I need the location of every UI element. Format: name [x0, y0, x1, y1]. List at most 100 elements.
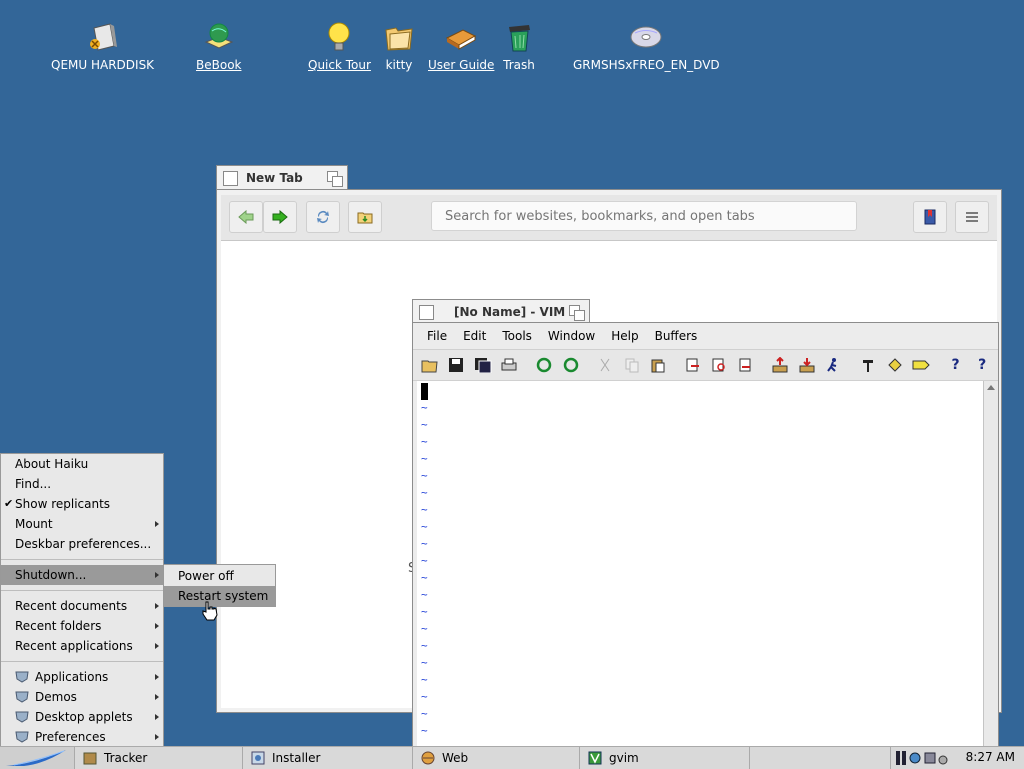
menu-item-demos[interactable]: Demos: [1, 687, 163, 707]
lightbulb-icon: [322, 20, 356, 54]
submenu-arrow-icon: [155, 521, 159, 527]
menu-item-mount[interactable]: Mount: [1, 514, 163, 534]
forward-button[interactable]: [263, 201, 297, 233]
reload-button[interactable]: [306, 201, 340, 233]
menu-separator: [1, 559, 163, 560]
shield-folder-icon: [15, 731, 29, 743]
tag-jump-icon[interactable]: [910, 354, 932, 376]
checkmark-icon: ✔: [4, 497, 14, 510]
save-session-icon[interactable]: [796, 354, 818, 376]
find-help-icon[interactable]: ?: [971, 354, 993, 376]
print-icon[interactable]: [499, 354, 521, 376]
undo-icon[interactable]: [533, 354, 555, 376]
menu-item-power-off[interactable]: Power off: [164, 566, 275, 586]
run-script-icon[interactable]: [823, 354, 845, 376]
clock[interactable]: 8:27 AM: [966, 750, 1015, 764]
folder-icon: [382, 20, 416, 54]
menu-separator: [1, 590, 163, 591]
empty-line-tilde: ~: [421, 690, 428, 703]
downloads-button[interactable]: [348, 201, 382, 233]
empty-line-tilde: ~: [421, 486, 428, 499]
make-icon[interactable]: [857, 354, 879, 376]
shell-icon[interactable]: [884, 354, 906, 376]
taskbar-item-web[interactable]: Web: [412, 747, 580, 769]
menu-item-about-haiku[interactable]: About Haiku: [1, 454, 163, 474]
desktop-icon-label: BeBook: [196, 58, 242, 72]
taskbar-item-installer[interactable]: Installer: [242, 747, 413, 769]
redo-icon[interactable]: [560, 354, 582, 376]
menu-item-deskbar-preferences[interactable]: Deskbar preferences...: [1, 534, 163, 554]
zoom-box-icon[interactable]: [327, 171, 343, 187]
back-button[interactable]: [229, 201, 263, 233]
web-window-tab[interactable]: New Tab: [216, 165, 348, 190]
dvd-icon: [629, 20, 663, 54]
menu-item-shutdown[interactable]: Shutdown...: [1, 565, 163, 585]
vim-text-area[interactable]: ~ ~ ~ ~ ~ ~ ~ ~ ~ ~ ~ ~ ~ ~ ~ ~ ~ ~ ~ ~: [417, 381, 983, 763]
save-all-icon[interactable]: [472, 354, 494, 376]
close-box-icon[interactable]: [223, 170, 238, 186]
load-session-icon[interactable]: [770, 354, 792, 376]
deskbar-menu: About Haiku Find... ✔ Show replicants Mou…: [0, 453, 164, 748]
menu-item-applications[interactable]: Applications: [1, 667, 163, 687]
menu-edit[interactable]: Edit: [455, 329, 494, 343]
menu-tools[interactable]: Tools: [494, 329, 540, 343]
desktop-icon-kitty[interactable]: kitty: [382, 20, 416, 72]
close-box-icon[interactable]: [419, 304, 434, 320]
desktop-icon-bebook[interactable]: BeBook: [196, 20, 241, 72]
empty-line-tilde: ~: [421, 469, 428, 482]
browser-toolbar: [221, 195, 997, 241]
vim-window-tab[interactable]: [No Name] - VIM: [412, 299, 590, 324]
menu-item-recent-documents[interactable]: Recent documents: [1, 596, 163, 616]
paste-icon[interactable]: [647, 354, 669, 376]
scroll-up-arrow-icon[interactable]: [987, 385, 995, 390]
cut-icon[interactable]: [594, 354, 616, 376]
submenu-arrow-icon: [155, 643, 159, 649]
hamburger-menu-icon: [966, 212, 978, 222]
menu-item-recent-folders[interactable]: Recent folders: [1, 616, 163, 636]
menu-help[interactable]: Help: [603, 329, 646, 343]
bookmark-icon: [924, 209, 936, 225]
bookmarks-button[interactable]: [913, 201, 947, 233]
vertical-scrollbar[interactable]: [983, 381, 998, 763]
help-icon[interactable]: ?: [945, 354, 967, 376]
taskbar-item-tracker[interactable]: Tracker: [74, 747, 243, 769]
desktop-icon-label: QEMU HARDDISK: [51, 58, 155, 72]
folder-download-icon: [357, 212, 373, 224]
zoom-box-icon[interactable]: [569, 305, 585, 321]
desktop-icon-user-guide[interactable]: User Guide: [428, 20, 494, 72]
desktop-icon-trash[interactable]: Trash: [502, 20, 536, 72]
empty-line-tilde: ~: [421, 707, 428, 720]
desktop-icon-dvd[interactable]: GRMSHSxFREO_EN_DVD: [573, 20, 720, 72]
tray-icons[interactable]: [895, 750, 951, 766]
desktop-icon-qemu-harddisk[interactable]: QEMU HARDDISK: [51, 20, 154, 72]
empty-line-tilde: ~: [421, 588, 428, 601]
menu-item-restart-system[interactable]: Restart system: [164, 586, 275, 606]
shield-folder-icon: [15, 691, 29, 703]
menu-file[interactable]: File: [419, 329, 455, 343]
find-next-icon[interactable]: [708, 354, 730, 376]
empty-line-tilde: ~: [421, 537, 428, 550]
menu-item-find[interactable]: Find...: [1, 474, 163, 494]
open-file-icon[interactable]: [419, 354, 441, 376]
taskbar-item-gvim[interactable]: gvim: [579, 747, 750, 769]
menu-item-preferences[interactable]: Preferences: [1, 727, 163, 747]
menu-buffers[interactable]: Buffers: [647, 329, 706, 343]
desktop-icon-label: Trash: [503, 58, 535, 72]
menu-item-recent-applications[interactable]: Recent applications: [1, 636, 163, 656]
find-prev-icon[interactable]: [735, 354, 757, 376]
menu-item-desktop-applets[interactable]: Desktop applets: [1, 707, 163, 727]
window-title: New Tab: [246, 171, 303, 185]
url-search-input[interactable]: [431, 201, 857, 231]
menu-button[interactable]: [955, 201, 989, 233]
replace-icon[interactable]: [682, 354, 704, 376]
copy-icon[interactable]: [621, 354, 643, 376]
system-tray: 8:27 AM: [890, 747, 1024, 769]
menu-item-show-replicants[interactable]: ✔ Show replicants: [1, 494, 163, 514]
empty-line-tilde: ~: [421, 418, 428, 431]
shield-folder-icon: [15, 671, 29, 683]
save-icon[interactable]: [446, 354, 468, 376]
deskbar-leaf-button[interactable]: [0, 747, 75, 769]
menu-window[interactable]: Window: [540, 329, 603, 343]
desktop-icon-quick-tour[interactable]: Quick Tour: [308, 20, 371, 72]
deskbar-taskbar: Tracker Installer Web gvim 8:27 AM: [0, 746, 1024, 769]
